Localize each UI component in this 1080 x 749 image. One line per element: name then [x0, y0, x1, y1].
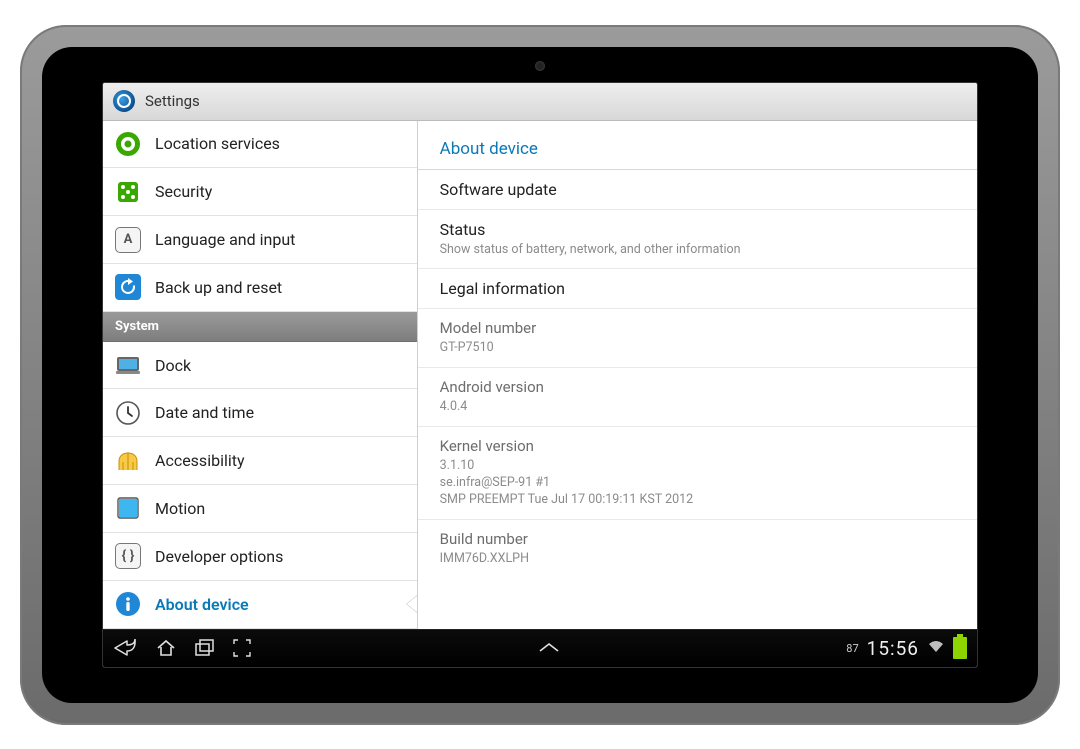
row-value: GT-P7510: [440, 340, 955, 357]
row-title: Legal information: [440, 279, 955, 298]
row-build-number[interactable]: Build number IMM76D.XXLPH: [418, 520, 977, 578]
sidebar-item-motion[interactable]: Motion: [103, 485, 417, 533]
sidebar-item-label: About device: [155, 595, 249, 614]
accessibility-icon: [115, 448, 141, 474]
sidebar-item-label: Developer options: [155, 547, 283, 566]
sidebar-item-accessibility[interactable]: Accessibility: [103, 437, 417, 485]
security-icon: [115, 179, 141, 205]
sidebar-item-label: Security: [155, 182, 212, 201]
dock-icon: [115, 352, 141, 378]
row-value: 3.1.10 se.infra@SEP-91 #1 SMP PREEMPT Tu…: [440, 458, 955, 509]
sidebar-item-language-input[interactable]: A Language and input: [103, 216, 417, 264]
backup-reset-icon: [115, 274, 141, 300]
row-title: Kernel version: [440, 437, 955, 455]
language-icon: A: [115, 227, 141, 253]
settings-sidebar: Location services Security A Language an…: [103, 121, 418, 629]
home-button[interactable]: [155, 639, 177, 657]
system-navbar: 87 15:56: [103, 629, 977, 667]
row-software-update[interactable]: Software update: [418, 170, 977, 210]
sidebar-item-label: Dock: [155, 356, 191, 375]
row-status[interactable]: Status Show status of battery, network, …: [418, 210, 977, 270]
row-legal-information[interactable]: Legal information: [418, 269, 977, 309]
motion-icon: [115, 495, 141, 521]
sidebar-item-label: Accessibility: [155, 451, 245, 470]
sidebar-section-system: System: [103, 312, 417, 342]
camera-hole: [535, 61, 545, 71]
row-title: Software update: [440, 180, 955, 199]
sidebar-item-dock[interactable]: Dock: [103, 342, 417, 390]
screenshot-button[interactable]: [233, 639, 251, 657]
row-title: Android version: [440, 378, 955, 396]
sidebar-item-label: Date and time: [155, 403, 254, 422]
row-value: IMM76D.XXLPH: [440, 551, 955, 568]
recent-apps-button[interactable]: [195, 639, 215, 657]
battery-percentage: 87: [846, 642, 858, 655]
sidebar-item-label: Back up and reset: [155, 278, 282, 297]
wifi-icon: [927, 639, 945, 657]
sidebar-item-label: Location services: [155, 134, 280, 153]
app-title: Settings: [145, 92, 200, 110]
content-title: About device: [418, 131, 977, 170]
settings-content: About device Software update Status Show…: [418, 121, 977, 629]
developer-icon: { }: [115, 543, 141, 569]
back-button[interactable]: [113, 639, 137, 657]
clock-time[interactable]: 15:56: [867, 637, 919, 660]
battery-icon: [953, 637, 967, 659]
row-value: 4.0.4: [440, 399, 955, 416]
sidebar-item-label: Motion: [155, 499, 205, 518]
sidebar-item-about-device[interactable]: About device: [103, 581, 417, 629]
sidebar-item-location-services[interactable]: Location services: [103, 121, 417, 169]
row-android-version[interactable]: Android version 4.0.4: [418, 368, 977, 427]
app-header: Settings: [103, 83, 977, 121]
clock-icon: [115, 400, 141, 426]
row-title: Build number: [440, 530, 955, 548]
info-icon: [115, 591, 141, 617]
row-kernel-version: Kernel version 3.1.10 se.infra@SEP-91 #1…: [418, 427, 977, 520]
row-model-number: Model number GT-P7510: [418, 309, 977, 368]
sidebar-item-developer-options[interactable]: { } Developer options: [103, 533, 417, 581]
row-subtitle: Show status of battery, network, and oth…: [440, 242, 955, 259]
row-title: Status: [440, 220, 955, 239]
sidebar-item-date-time[interactable]: Date and time: [103, 389, 417, 437]
expand-panel-button[interactable]: [536, 641, 562, 655]
settings-gear-icon: [113, 90, 135, 112]
sidebar-item-backup-reset[interactable]: Back up and reset: [103, 264, 417, 312]
sidebar-item-label: Language and input: [155, 230, 295, 249]
sidebar-item-security[interactable]: Security: [103, 168, 417, 216]
location-icon: [115, 131, 141, 157]
row-title: Model number: [440, 319, 955, 337]
